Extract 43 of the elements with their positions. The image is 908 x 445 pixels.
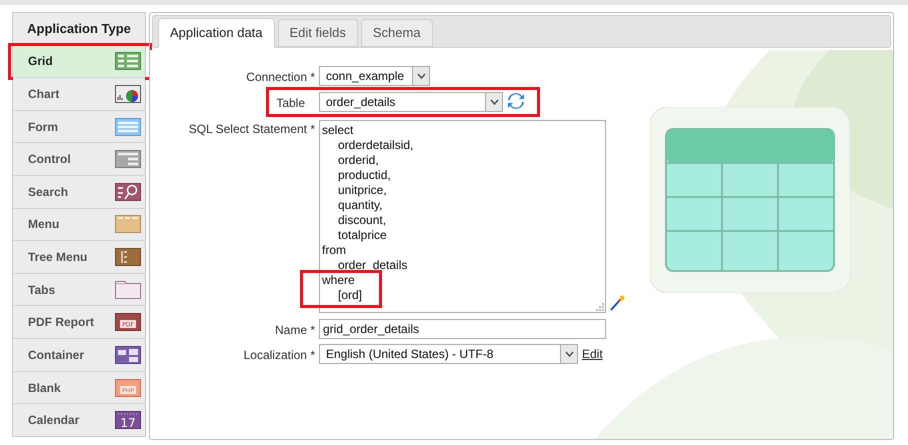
tree-icon [115, 248, 141, 266]
field-label: Name * [274, 322, 315, 339]
pie-chart-icon [115, 85, 141, 104]
tab[interactable]: Edit fields [278, 19, 358, 47]
sql-text-area[interactable]: select orderdetailsid, orderid, productid, unitprice, quantity, discount, totalprice from order_details where [ord] [319, 120, 606, 313]
control-icon [115, 150, 141, 168]
calendar-icon: 17 [115, 411, 141, 430]
code-line: discount, [337, 213, 388, 228]
dropdown[interactable]: order_details [319, 92, 503, 112]
code-line: [ord] [337, 288, 364, 303]
edit-link[interactable]: Edit [582, 345, 603, 363]
folder-tab-icon [115, 280, 141, 299]
resize-grip-icon [595, 302, 604, 311]
sidebar-item[interactable]: Menu [13, 208, 145, 240]
code-line: orderid, [337, 153, 380, 168]
grid-icon [115, 52, 141, 70]
tab[interactable]: Application data [158, 18, 275, 48]
magic-wand-icon[interactable] [609, 295, 625, 311]
code-line: totalprice [337, 228, 388, 243]
dropdown[interactable]: conn_example [319, 66, 430, 86]
sidebar-item[interactable]: Tabs [13, 272, 145, 306]
code-line: order_details [337, 258, 408, 273]
dropdown[interactable]: English (United States) - UTF-8 [319, 344, 578, 364]
field-label: SQL Select Statement * [188, 121, 315, 138]
menu-bar-icon [115, 215, 141, 234]
refresh-icon[interactable] [507, 92, 525, 110]
field-label: Localization * [242, 347, 315, 364]
sidebar-title: Application Type [26, 20, 132, 38]
code-line: where [322, 273, 356, 288]
code-line: quantity, [337, 198, 384, 213]
code-line: select [322, 123, 354, 138]
code-line: from [322, 243, 347, 258]
name-input-field[interactable]: grid_order_details [319, 319, 606, 339]
container-icon [115, 346, 141, 364]
form-icon [115, 118, 141, 136]
code-line: unitprice, [337, 183, 388, 198]
code-line: orderdetailsid, [337, 138, 414, 153]
tab[interactable]: Schema [360, 19, 433, 47]
field-label: Connection * [245, 69, 315, 86]
sidebar-item[interactable]: Form [13, 110, 145, 142]
magnifier-icon [115, 182, 141, 201]
field-label: Table [276, 95, 306, 112]
code-line: productid, [337, 168, 392, 183]
